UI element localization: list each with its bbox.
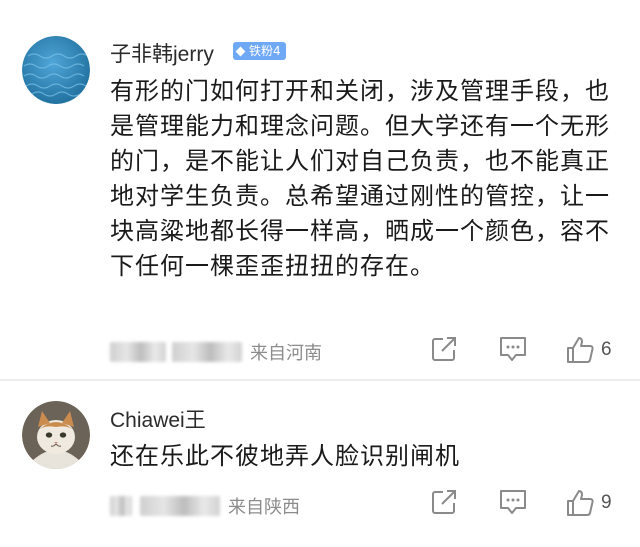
diamond-icon	[235, 46, 246, 56]
comment-item: Chiawei王 还在乐此不彼地弄人脸识别闸机 来自陕西 9	[0, 381, 640, 547]
comment-meta: 来自陕西	[110, 491, 300, 521]
comment-text: 有形的门如何打开和关闭，涉及管理手段，也是管理能力和理念问题。但大学还有一个无形…	[110, 77, 610, 280]
share-button[interactable]	[430, 335, 458, 363]
username[interactable]: Chiawei王	[110, 404, 206, 434]
username[interactable]: 子非韩jerry	[110, 38, 214, 68]
like-button[interactable]: 9	[565, 488, 612, 518]
blurred-timestamp	[172, 342, 242, 362]
share-button[interactable]	[430, 488, 458, 516]
comment-item: 子非韩jerry 铁粉4 有形的门如何打开和关闭，涉及管理手段，也是管理能力和理…	[0, 0, 640, 380]
share-icon	[432, 337, 456, 361]
like-count: 9	[601, 492, 612, 513]
comment-text: 还在乐此不彼地弄人脸识别闸机	[110, 442, 460, 470]
badge-label: 铁粉4	[249, 44, 281, 58]
avatar[interactable]	[22, 401, 90, 469]
location-label: 来自陕西	[228, 497, 300, 518]
blurred-timestamp	[140, 496, 220, 516]
blurred-timestamp	[110, 342, 166, 362]
thumbs-up-icon	[567, 337, 594, 363]
avatar[interactable]	[22, 36, 90, 104]
share-icon	[432, 490, 456, 514]
blurred-timestamp	[110, 496, 132, 516]
location-label: 来自河南	[250, 343, 322, 364]
comment-icon	[500, 490, 526, 514]
like-button[interactable]: 6	[565, 335, 612, 365]
comment-icon	[500, 337, 526, 361]
thumbs-up-icon	[567, 490, 594, 516]
like-count: 6	[601, 339, 612, 360]
fan-badge: 铁粉4	[233, 42, 286, 60]
reply-button[interactable]	[498, 335, 528, 363]
reply-button[interactable]	[498, 488, 528, 516]
comment-meta: 来自河南	[110, 337, 322, 367]
